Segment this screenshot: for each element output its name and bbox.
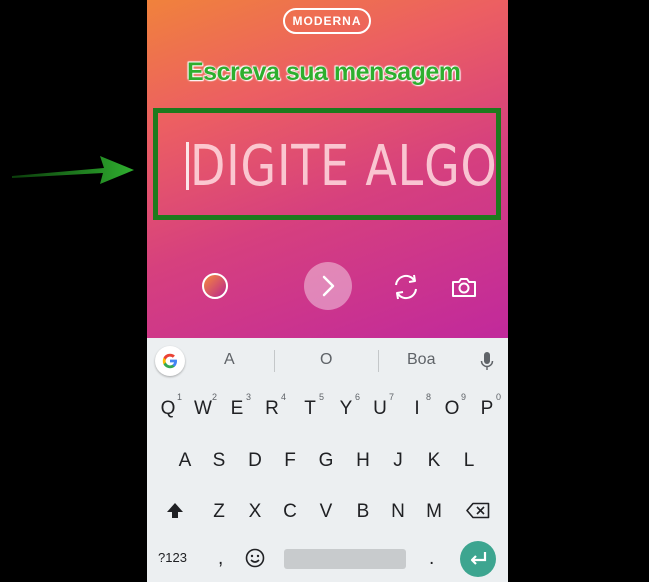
key-a[interactable]: A	[175, 450, 195, 472]
switch-camera-button[interactable]	[390, 271, 422, 303]
key-hint-number: 6	[355, 392, 361, 402]
key-hint-number: 3	[246, 392, 252, 402]
key-s[interactable]: S	[209, 450, 229, 472]
keyboard: A O Boa Q1W2E3R4T5Y6U7I8O9P0 ASDFGHJKL Z…	[147, 338, 508, 582]
switch-camera-icon	[395, 274, 417, 300]
phone-screen: MODERNA Escreva sua mensagem DIGITE ALGO	[147, 0, 508, 582]
camera-button[interactable]	[450, 273, 478, 301]
font-style-button[interactable]: MODERNA	[283, 8, 371, 34]
text-input-placeholder[interactable]: DIGITE ALGO	[190, 134, 497, 199]
arrow-annotation-icon	[12, 156, 134, 184]
emoji-icon[interactable]	[245, 548, 265, 568]
enter-icon	[470, 552, 487, 565]
key-hint-number: 9	[461, 392, 467, 402]
next-button[interactable]	[304, 262, 352, 310]
key-v[interactable]: V	[316, 501, 336, 523]
symbols-key[interactable]: ?123	[158, 550, 187, 565]
text-cursor	[186, 142, 189, 190]
suggestion-divider	[274, 350, 275, 372]
microphone-icon[interactable]	[480, 351, 494, 373]
key-j[interactable]: J	[388, 450, 408, 472]
key-h[interactable]: H	[353, 450, 373, 472]
story-canvas[interactable]: MODERNA Escreva sua mensagem DIGITE ALGO	[147, 0, 508, 338]
key-n[interactable]: N	[388, 501, 408, 523]
key-o[interactable]: O	[442, 398, 462, 420]
key-z[interactable]: Z	[209, 501, 229, 523]
key-f[interactable]: F	[280, 450, 300, 472]
key-hint-number: 7	[389, 392, 395, 402]
space-bar[interactable]	[284, 549, 406, 569]
key-e[interactable]: E	[227, 398, 247, 420]
key-x[interactable]: X	[245, 501, 265, 523]
color-picker-button[interactable]	[202, 273, 228, 299]
shift-icon[interactable]	[166, 502, 184, 520]
key-y[interactable]: Y	[336, 398, 356, 420]
key-hint-number: 4	[281, 392, 287, 402]
suggestion-3[interactable]: Boa	[407, 351, 435, 369]
suggestion-divider	[378, 350, 379, 372]
google-icon[interactable]	[155, 346, 185, 376]
backspace-icon[interactable]	[466, 502, 490, 519]
key-q[interactable]: Q	[158, 398, 178, 420]
key-hint-number: 1	[177, 392, 183, 402]
key-d[interactable]: D	[245, 450, 265, 472]
key-t[interactable]: T	[300, 398, 320, 420]
comma-key[interactable]: ,	[218, 548, 223, 570]
key-r[interactable]: R	[262, 398, 282, 420]
camera-icon	[452, 278, 476, 297]
key-hint-number: 8	[426, 392, 432, 402]
key-u[interactable]: U	[370, 398, 390, 420]
period-key[interactable]: .	[429, 548, 434, 570]
key-w[interactable]: W	[193, 398, 213, 420]
enter-button[interactable]	[460, 541, 496, 577]
suggestion-1[interactable]: A	[224, 351, 235, 369]
key-p[interactable]: P	[477, 398, 497, 420]
suggestion-2[interactable]: O	[320, 351, 332, 369]
key-hint-number: 0	[496, 392, 502, 402]
key-k[interactable]: K	[424, 450, 444, 472]
key-i[interactable]: I	[407, 398, 427, 420]
suggestion-bar: A O Boa	[147, 338, 508, 384]
key-m[interactable]: M	[424, 501, 444, 523]
key-hint-number: 2	[212, 392, 218, 402]
key-g[interactable]: G	[316, 450, 336, 472]
chevron-right-icon	[322, 275, 335, 297]
key-l[interactable]: L	[459, 450, 479, 472]
key-hint-number: 5	[319, 392, 325, 402]
key-b[interactable]: B	[353, 501, 373, 523]
annotation-label: Escreva sua mensagem	[187, 58, 461, 86]
key-c[interactable]: C	[280, 501, 300, 523]
